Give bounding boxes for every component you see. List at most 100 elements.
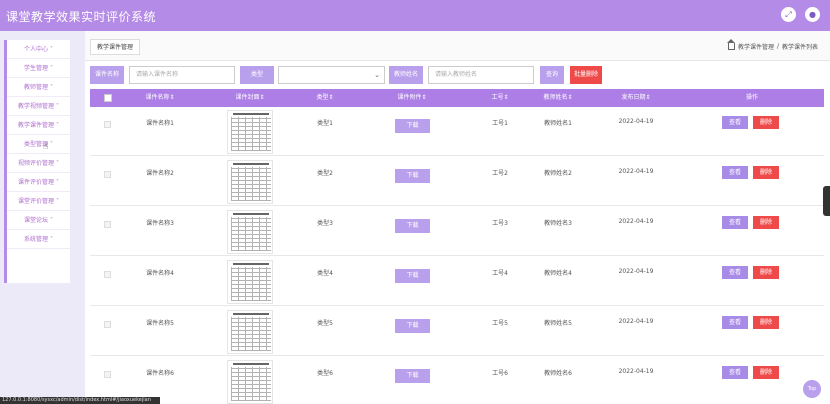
teacher-label: 教师姓名 xyxy=(389,66,423,84)
top-bar: 课堂教学效果实时评价系统 ⤢ ● xyxy=(0,0,830,31)
cover-thumbnail[interactable] xyxy=(227,110,273,154)
teacher-name: 教师姓名6 xyxy=(544,370,572,377)
teacher-search-input[interactable]: 请输入教师姓名 xyxy=(428,66,534,84)
cover-thumbnail[interactable] xyxy=(227,160,273,204)
table-header: 课件名称⇕ 课件封面⇕ 类型⇕ 课件附件⇕ 工号⇕ 教师姓名⇕ 发布日期⇕ 操作 xyxy=(90,89,824,107)
table-row: 课件名称2 类型2 下载 工号2 教师姓名2 2022-04-19 查看 删除 xyxy=(90,157,824,206)
table-row: 课件名称1 类型1 下载 工号1 教师姓名1 2022-04-19 查看 删除 xyxy=(90,107,824,156)
course-type: 类型4 xyxy=(317,270,333,277)
sidebar-item-forum[interactable]: 课堂论坛 ˅ xyxy=(7,211,70,230)
course-name: 课件名称5 xyxy=(146,320,174,327)
column-header[interactable]: 类型⇕ xyxy=(305,89,345,107)
job-number: 工号6 xyxy=(492,370,508,377)
tab-courseware[interactable]: 教学课件管理 xyxy=(90,39,141,55)
cover-thumbnail[interactable] xyxy=(227,310,273,354)
course-type: 类型2 xyxy=(317,170,333,177)
cover-thumbnail[interactable] xyxy=(227,360,273,404)
drawer-handle[interactable] xyxy=(823,186,830,216)
job-number: 工号5 xyxy=(492,320,508,327)
view-button[interactable]: 查看 xyxy=(722,266,748,279)
sidebar-item-types[interactable]: 类型管理 ˅ xyxy=(7,135,70,154)
search-button[interactable]: 查询 xyxy=(540,66,564,84)
delete-button[interactable]: 删除 xyxy=(753,116,779,129)
row-checkbox[interactable] xyxy=(104,271,111,278)
breadcrumb: 教学课件管理 / 教学课件列表 xyxy=(726,39,818,51)
teacher-name: 教师姓名4 xyxy=(544,270,572,277)
chevron-down-icon: ⌄ xyxy=(374,71,380,79)
course-type: 类型5 xyxy=(317,320,333,327)
column-header[interactable]: 教师姓名⇕ xyxy=(530,89,586,107)
column-header[interactable]: 课件附件⇕ xyxy=(380,89,444,107)
sidebar-item-video-eval[interactable]: 视频评价管理 ˅ xyxy=(7,154,70,173)
view-button[interactable]: 查看 xyxy=(722,116,748,129)
sidebar-item-courseware[interactable]: 教学课件管理 ˅ xyxy=(7,116,70,135)
job-number: 工号2 xyxy=(492,170,508,177)
download-button[interactable]: 下载 xyxy=(395,369,430,383)
batch-delete-button[interactable]: 批量删除 xyxy=(570,66,602,84)
back-to-top-button[interactable]: Top xyxy=(803,380,821,398)
row-checkbox[interactable] xyxy=(104,221,111,228)
teacher-name: 教师姓名1 xyxy=(544,120,572,127)
column-header[interactable]: 工号⇕ xyxy=(480,89,520,107)
user-icon[interactable]: ● xyxy=(805,7,820,22)
row-checkbox[interactable] xyxy=(104,371,111,378)
view-button[interactable]: 查看 xyxy=(722,166,748,179)
row-checkbox[interactable] xyxy=(104,321,111,328)
download-button[interactable]: 下载 xyxy=(395,169,430,183)
delete-button[interactable]: 删除 xyxy=(753,166,779,179)
download-button[interactable]: 下载 xyxy=(395,119,430,133)
column-header[interactable]: 发布日期⇕ xyxy=(608,89,664,107)
delete-button[interactable]: 删除 xyxy=(753,316,779,329)
column-header[interactable]: 课件名称⇕ xyxy=(130,89,190,107)
sidebar-item-videos[interactable]: 教学视频管理 ˅ xyxy=(7,97,70,116)
expand-icon[interactable]: ⤢ xyxy=(781,7,796,22)
course-type: 类型6 xyxy=(317,370,333,377)
sidebar-item-system[interactable]: 系统管理 ˅ xyxy=(7,230,70,249)
view-button[interactable]: 查看 xyxy=(722,366,748,379)
name-label: 课件名称 xyxy=(90,66,124,84)
publish-date: 2022-04-19 xyxy=(618,218,654,225)
delete-button[interactable]: 删除 xyxy=(753,216,779,229)
breadcrumb-separator: / xyxy=(776,43,779,50)
sidebar-item-students[interactable]: 学生管理 ˅ xyxy=(7,59,70,78)
breadcrumb-item[interactable]: 教学课件管理 xyxy=(738,42,774,51)
download-button[interactable]: 下载 xyxy=(395,219,430,233)
job-number: 工号4 xyxy=(492,270,508,277)
delete-button[interactable]: 删除 xyxy=(753,366,779,379)
delete-button[interactable]: 删除 xyxy=(753,266,779,279)
hand-cursor-icon: ☝ xyxy=(43,142,49,152)
cover-thumbnail[interactable] xyxy=(227,260,273,304)
left-pane: 个人中心 ˅ 学生管理 ˅ 教师管理 ˅ 教学视频管理 ˅ 教学课件管理 ˅ 类… xyxy=(0,31,85,404)
sidebar-item-class-eval[interactable]: 课堂评价管理 ˅ xyxy=(7,192,70,211)
view-button[interactable]: 查看 xyxy=(722,216,748,229)
course-name: 课件名称2 xyxy=(146,170,174,177)
home-icon[interactable] xyxy=(726,39,735,50)
course-name: 课件名称4 xyxy=(146,270,174,277)
name-search-input[interactable]: 请输入课件名称 xyxy=(129,66,235,84)
type-label: 类型 xyxy=(240,66,274,84)
column-header: 操作 xyxy=(745,94,758,101)
sidebar-item-teachers[interactable]: 教师管理 ˅ xyxy=(7,78,70,97)
cover-thumbnail[interactable] xyxy=(227,210,273,254)
download-button[interactable]: 下载 xyxy=(395,269,430,283)
table-row: 课件名称6 类型6 下载 工号6 教师姓名6 2022-04-19 查看 删除 xyxy=(90,357,824,404)
type-select[interactable]: ⌄ xyxy=(278,66,385,84)
job-number: 工号1 xyxy=(492,120,508,127)
publish-date: 2022-04-19 xyxy=(618,168,654,175)
status-url: 127.0.0.1:8080/sysxc/admin/dist/index.ht… xyxy=(0,397,160,404)
table-row: 课件名称5 类型5 下载 工号5 教师姓名5 2022-04-19 查看 删除 xyxy=(90,307,824,356)
download-button[interactable]: 下载 xyxy=(395,319,430,333)
column-header[interactable]: 课件封面⇕ xyxy=(220,89,280,107)
view-button[interactable]: 查看 xyxy=(722,316,748,329)
row-checkbox[interactable] xyxy=(104,171,111,178)
select-all-checkbox[interactable] xyxy=(104,94,112,102)
sidebar-item-courseware-eval[interactable]: 课件评价管理 ˅ xyxy=(7,173,70,192)
job-number: 工号3 xyxy=(492,220,508,227)
sidebar-item-personal[interactable]: 个人中心 ˅ xyxy=(7,40,70,59)
course-name: 课件名称1 xyxy=(146,120,174,127)
publish-date: 2022-04-19 xyxy=(618,368,654,375)
row-checkbox[interactable] xyxy=(104,121,111,128)
table-row: 课件名称4 类型4 下载 工号4 教师姓名4 2022-04-19 查看 删除 xyxy=(90,257,824,306)
teacher-name: 教师姓名2 xyxy=(544,170,572,177)
teacher-name: 教师姓名3 xyxy=(544,220,572,227)
